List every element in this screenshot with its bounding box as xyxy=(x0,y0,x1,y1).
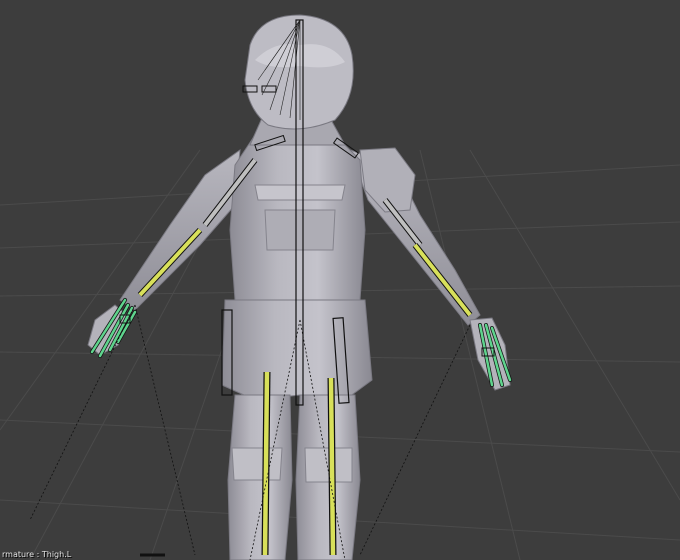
thigh-bone-right[interactable] xyxy=(328,377,336,556)
viewport-canvas[interactable] xyxy=(0,0,680,560)
thigh-bone-left[interactable] xyxy=(262,371,270,556)
3d-viewport[interactable]: rmature : Thigh.L xyxy=(0,0,680,560)
active-object-status: rmature : Thigh.L xyxy=(2,550,72,559)
